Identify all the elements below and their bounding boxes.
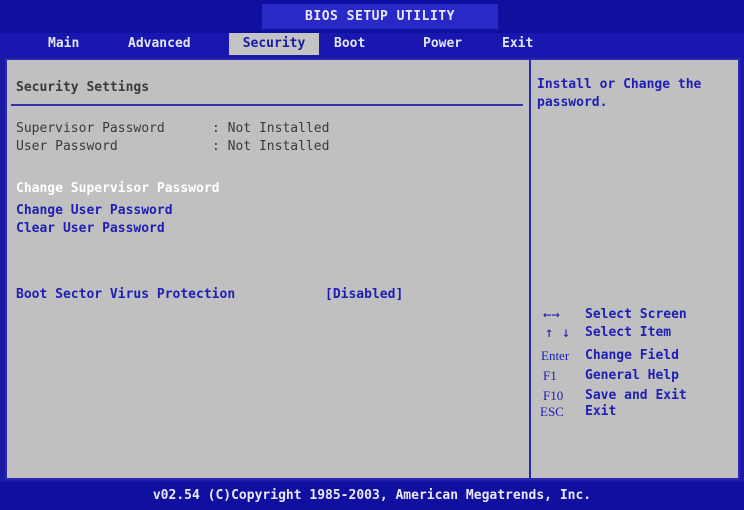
key-f1: F1: [543, 368, 557, 383]
up-down-arrows-icon: ↑ ↓: [545, 325, 571, 341]
boot-sector-virus-protection-label: Boot Sector Virus Protection: [16, 287, 236, 302]
supervisor-password-label: Supervisor Password: [16, 121, 165, 136]
change-user-password-item[interactable]: Change User Password: [16, 203, 173, 219]
left-right-arrows-icon: ←→: [543, 307, 560, 323]
user-password-label: User Password: [16, 139, 118, 154]
key-enter: Enter: [541, 348, 570, 363]
tab-power[interactable]: Power: [423, 33, 462, 55]
user-password-value: : Not Installed: [212, 139, 330, 154]
section-title: Security Settings: [16, 80, 150, 95]
key-action-change-field: Change Field: [585, 348, 679, 363]
copyright-footer: v02.54 (C)Copyright 1985-2003, American …: [0, 482, 744, 510]
key-action-select-item: Select Item: [585, 325, 672, 340]
tab-security[interactable]: Security: [229, 33, 319, 55]
panel-divider: [529, 58, 531, 480]
key-action-exit: Exit: [585, 404, 617, 419]
tab-exit[interactable]: Exit: [502, 33, 533, 55]
title-bar: BIOS SETUP UTILITY: [0, 0, 744, 33]
key-esc: ESC: [540, 404, 564, 419]
key-action-general-help: General Help: [585, 368, 679, 383]
boot-sector-virus-protection-value[interactable]: [Disabled]: [325, 287, 403, 303]
tab-boot[interactable]: Boot: [334, 33, 365, 55]
change-supervisor-password-item[interactable]: Change Supervisor Password: [16, 181, 220, 197]
key-action-select-screen: Select Screen: [585, 307, 687, 322]
tab-advanced[interactable]: Advanced: [128, 33, 191, 55]
window-title: BIOS SETUP UTILITY: [262, 4, 498, 29]
menu-bar: Main Advanced Security Boot Power Exit: [0, 33, 744, 55]
help-description: Install or Change the password.: [537, 77, 702, 110]
section-title-rule: [11, 104, 523, 106]
tab-main[interactable]: Main: [48, 33, 79, 55]
key-f10: F10: [543, 388, 564, 403]
clear-user-password-item[interactable]: Clear User Password: [16, 221, 165, 237]
key-action-save-and-exit: Save and Exit: [585, 388, 687, 403]
supervisor-password-value: : Not Installed: [212, 121, 330, 136]
